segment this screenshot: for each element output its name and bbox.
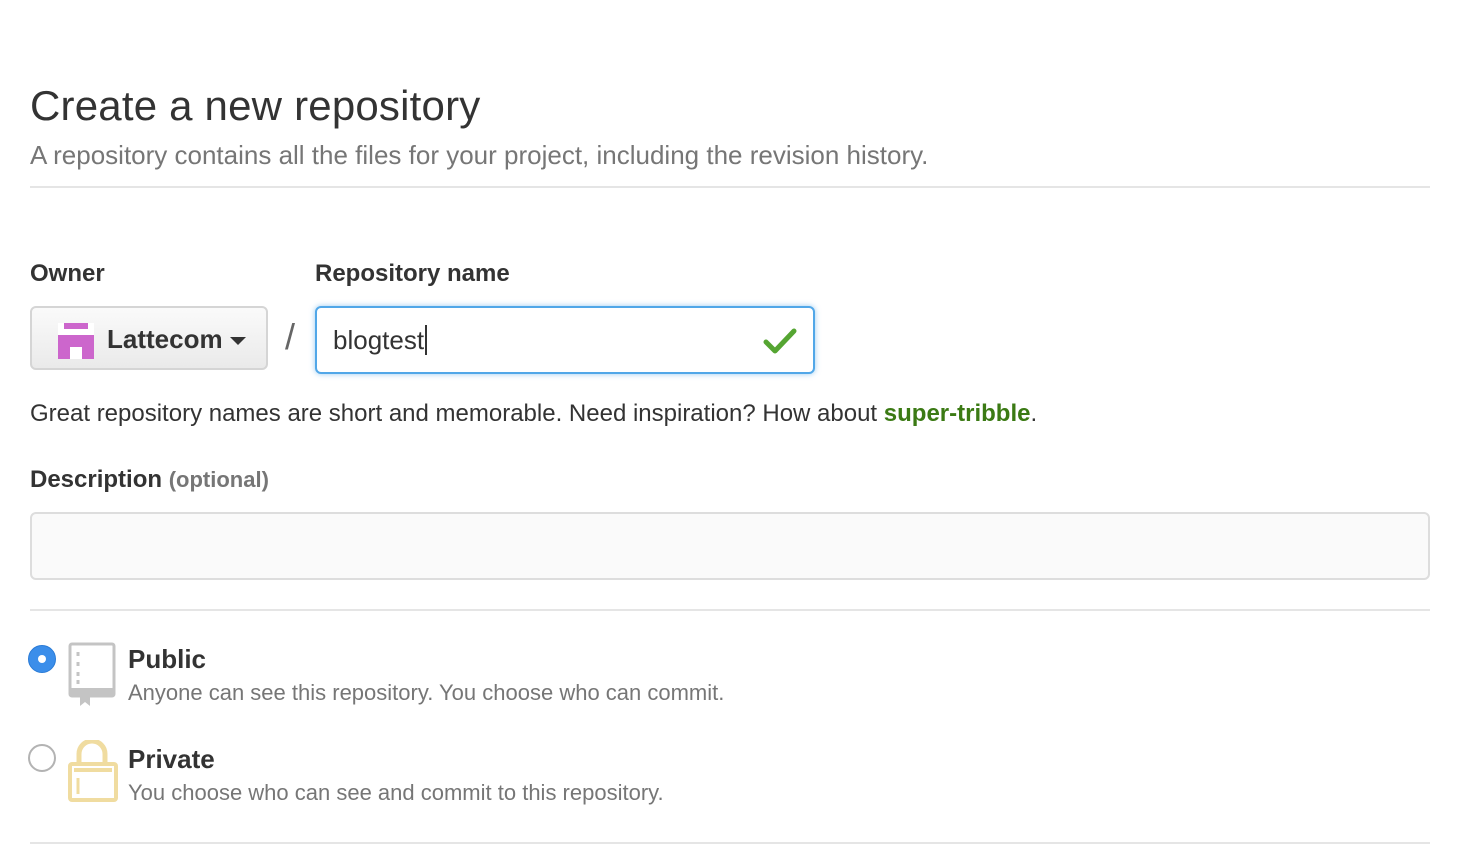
private-radio[interactable] [28,744,56,772]
public-radio[interactable] [28,645,56,673]
private-description: You choose who can see and commit to thi… [128,780,664,805]
lock-icon [68,740,118,802]
chevron-down-icon [230,337,246,345]
identicon-icon [58,323,94,359]
visibility-divider [30,842,1430,844]
header-divider [30,186,1430,188]
page-subtitle: A repository contains all the files for … [30,140,929,170]
repo-book-icon [68,642,116,706]
name-suggestion-link[interactable]: super-tribble [884,400,1031,427]
public-description: Anyone can see this repository. You choo… [128,680,725,705]
optional-hint: (optional) [168,467,269,492]
description-input[interactable] [30,512,1430,580]
owner-repo-separator: / [285,316,296,357]
owner-avatar [58,323,94,359]
check-icon [763,328,797,354]
hint-text: Great repository names are short and mem… [30,400,884,427]
owner-label: Owner [30,260,105,287]
repository-name-hint: Great repository names are short and mem… [30,400,1037,428]
owner-name: Lattecom [107,324,223,354]
page-title: Create a new repository [30,82,481,129]
repository-name-value: blogtest [333,325,428,355]
description-label: Description (optional) [30,466,269,494]
description-divider [30,609,1430,611]
repository-name-input[interactable]: blogtest [315,306,815,374]
private-title: Private [128,744,215,774]
hint-suffix: . [1030,400,1038,427]
description-label-text: Description [30,466,163,493]
repository-name-label: Repository name [315,260,510,287]
public-title: Public [128,644,207,674]
owner-select-button[interactable]: Lattecom [30,306,268,370]
